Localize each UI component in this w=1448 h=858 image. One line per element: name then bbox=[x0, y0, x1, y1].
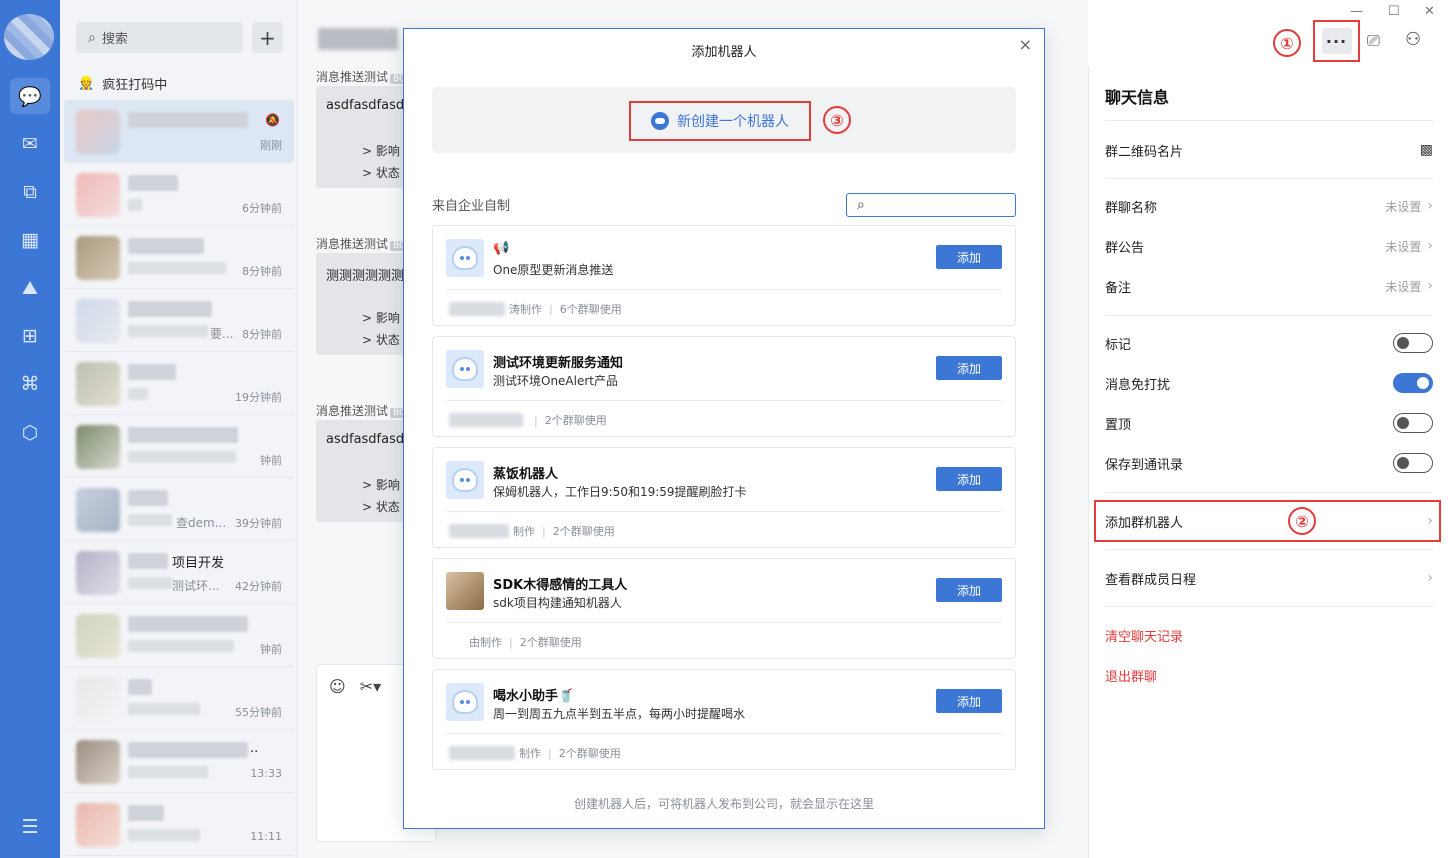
conversation-item[interactable]: .. 13:33 bbox=[64, 730, 294, 793]
exit-group-link[interactable]: 退出群聊 bbox=[1105, 662, 1433, 688]
create-robot-area: 新创建一个机器人 ③ bbox=[432, 87, 1016, 153]
close-icon[interactable]: × bbox=[1019, 35, 1032, 54]
group-notice-row[interactable]: 群公告 未设置 › bbox=[1105, 233, 1433, 259]
section-label: 来自企业自制 bbox=[432, 199, 511, 214]
message-sender: 消息推送测试 BO bbox=[316, 68, 410, 85]
message-sender: 消息推送测试 BO bbox=[316, 402, 410, 419]
save-contacts-row: 保存到通讯录 bbox=[1105, 450, 1433, 476]
dialog-footnote: 创建机器人后，可将机器人发布到公司，就会显示在这里 bbox=[573, 797, 874, 811]
pin-row: 置顶 bbox=[1105, 410, 1433, 436]
emoji-icon[interactable]: ☺ bbox=[329, 677, 346, 696]
docs-icon[interactable]: ⧉ bbox=[17, 179, 43, 205]
worker-icon: 👷 bbox=[78, 76, 95, 91]
robot-avatar bbox=[446, 350, 484, 388]
user-avatar[interactable] bbox=[4, 14, 54, 60]
add-button[interactable]: + bbox=[252, 22, 283, 53]
robot-card: 📢 One原型更新消息推送 添加 涛制作 | 6个群聊使用 bbox=[432, 225, 1016, 326]
remark-row[interactable]: 备注 未设置 › bbox=[1105, 273, 1433, 299]
conversation-item[interactable]: 19分钟前 bbox=[64, 352, 294, 415]
save-contacts-toggle[interactable] bbox=[1393, 453, 1433, 473]
conversation-list: ⌕ 搜索 + 👷 疯狂打码中 🔕 刚刚 6分钟前 8分钟前 要... 8分钟前 … bbox=[60, 0, 298, 858]
robot-search-input[interactable]: ⌕ bbox=[846, 193, 1016, 217]
step-marker-1: ① bbox=[1273, 29, 1301, 57]
conversation-item[interactable]: 6分钟前 bbox=[64, 163, 294, 226]
group-name-row[interactable]: 群聊名称 未设置 › bbox=[1105, 193, 1433, 219]
add-robot-highlight bbox=[1094, 500, 1441, 542]
conversation-item[interactable]: 钟前 bbox=[64, 604, 294, 667]
add-robot-button[interactable]: 添加 bbox=[936, 467, 1002, 491]
search-icon: ⌕ bbox=[88, 29, 96, 46]
conversation-item[interactable]: 11:11 bbox=[64, 793, 294, 856]
more-button[interactable]: ··· bbox=[1313, 20, 1360, 62]
conversation-item[interactable]: 8分钟前 bbox=[64, 226, 294, 289]
step-marker-3: ③ bbox=[823, 106, 851, 134]
scissors-icon[interactable]: ✂▾ bbox=[360, 677, 381, 696]
robot-avatar bbox=[446, 461, 484, 499]
user-status[interactable]: 👷 疯狂打码中 bbox=[78, 74, 167, 93]
clear-history-link[interactable]: 清空聊天记录 bbox=[1105, 622, 1433, 648]
add-robot-button[interactable]: 添加 bbox=[936, 689, 1002, 713]
conversation-item[interactable]: 要... 8分钟前 bbox=[64, 289, 294, 352]
conversation-item[interactable]: 🔕 刚刚 bbox=[64, 100, 294, 163]
apps-icon[interactable]: ⊞ bbox=[17, 323, 43, 349]
add-user-icon[interactable]: ⚇ bbox=[1405, 29, 1421, 50]
left-rail: 💬 ✉ ⧉ ▦ ⛰ ⊞ ⌘ ⬡ ☰ bbox=[0, 0, 60, 858]
mail-icon[interactable]: ✉ bbox=[17, 131, 43, 157]
panel-title: 聊天信息 bbox=[1105, 88, 1170, 107]
group-qr-row[interactable]: 群二维码名片 ▩ bbox=[1105, 137, 1433, 163]
chat-icon[interactable]: 💬 bbox=[10, 78, 50, 114]
mute-row: 消息免打扰 bbox=[1105, 370, 1433, 396]
create-robot-button[interactable]: 新创建一个机器人 bbox=[629, 101, 811, 141]
mute-bell-icon: 🔕 bbox=[265, 113, 280, 127]
hexagon-icon[interactable]: ⬡ bbox=[17, 420, 43, 446]
mark-toggle[interactable] bbox=[1393, 333, 1433, 353]
mute-toggle[interactable] bbox=[1393, 373, 1433, 393]
chat-title bbox=[318, 28, 398, 50]
menu-icon[interactable]: ☰ bbox=[17, 814, 43, 840]
robot-card: SDK木得感情的工具人 sdk项目构建通知机器人 添加 由制作 | 2个群聊使用 bbox=[432, 558, 1016, 659]
dialog-title: 添加机器人 bbox=[691, 45, 757, 60]
robot-avatar bbox=[446, 683, 484, 721]
qr-code-icon: ▩ bbox=[1419, 142, 1433, 158]
add-robot-button[interactable]: 添加 bbox=[936, 356, 1002, 380]
robot-card: 喝水小助手🥤 周一到周五九点半到五半点，每两小时提醒喝水 添加 制作 | 2个群聊使… bbox=[432, 669, 1016, 770]
maximize-icon[interactable]: ☐ bbox=[1388, 4, 1400, 19]
close-window-icon[interactable]: ✕ bbox=[1424, 4, 1435, 19]
conversation-item[interactable]: 查dem... 39分钟前 bbox=[64, 478, 294, 541]
conversation-item[interactable]: 55分钟前 bbox=[64, 667, 294, 730]
video-call-icon[interactable]: ⎚ bbox=[1367, 31, 1380, 51]
add-robot-button[interactable]: 添加 bbox=[936, 578, 1002, 602]
calendar-icon[interactable]: ▦ bbox=[17, 227, 43, 253]
chevron-right-icon: › bbox=[1427, 570, 1433, 586]
conversation-item[interactable]: 项目开发 测试环... 42分钟前 bbox=[64, 541, 294, 604]
chevron-right-icon: › bbox=[1427, 238, 1433, 254]
robot-avatar bbox=[446, 239, 484, 277]
chat-info-panel: 聊天信息 群二维码名片 ▩ 群聊名称 未设置 › 群公告 未设置 › 备注 未设置 ›… bbox=[1088, 66, 1448, 858]
robot-icon bbox=[651, 112, 669, 130]
search-input[interactable]: ⌕ 搜索 bbox=[76, 22, 243, 53]
add-robot-button[interactable]: 添加 bbox=[936, 245, 1002, 269]
conversation-item[interactable]: 钟前 bbox=[64, 415, 294, 478]
squirrel-avatar bbox=[446, 572, 484, 610]
more-icon: ··· bbox=[1321, 28, 1352, 54]
chevron-right-icon: › bbox=[1427, 198, 1433, 214]
add-robot-dialog: 添加机器人 × 新创建一个机器人 ③ 来自企业自制 ⌕ 📢 One原型更新消息推… bbox=[403, 28, 1045, 829]
message-sender: 消息推送测试 BO bbox=[316, 235, 410, 252]
mark-row: 标记 bbox=[1105, 330, 1433, 356]
org-icon[interactable]: ⌘ bbox=[17, 371, 43, 397]
image-icon[interactable]: ⛰ bbox=[17, 275, 43, 301]
member-schedule-row[interactable]: 查看群成员日程 › bbox=[1105, 565, 1433, 591]
step-marker-2: ② bbox=[1288, 507, 1316, 535]
chevron-right-icon: › bbox=[1427, 278, 1433, 294]
robot-card: 蒸饭机器人 保姆机器人，工作日9:50和19:59提醒刷脸打卡 添加 制作 | 2个… bbox=[432, 447, 1016, 548]
robot-card: 测试环境更新服务通知 测试环境OneAlert产品 添加 | 2个群聊使用 bbox=[432, 336, 1016, 437]
minimize-icon[interactable]: — bbox=[1350, 4, 1363, 19]
search-icon: ⌕ bbox=[857, 197, 865, 213]
robot-search-field[interactable] bbox=[870, 198, 991, 212]
pin-toggle[interactable] bbox=[1393, 413, 1433, 433]
